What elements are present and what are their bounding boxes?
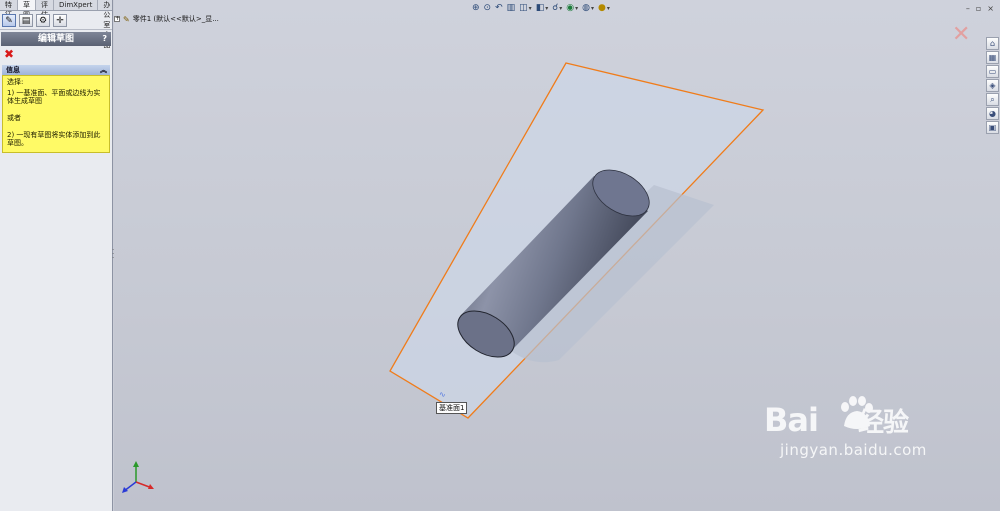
confirmation-corner-close-icon[interactable]: ✕	[952, 24, 970, 46]
help-button[interactable]: ?	[102, 32, 107, 46]
tab-dimxpert[interactable]: DimXpert	[54, 0, 99, 10]
previous-view-icon[interactable]: ↶	[495, 3, 503, 13]
feature-manager-icon[interactable]: ⚙	[36, 14, 50, 27]
part-name: 零件1 (默认<<默认>_显...	[132, 15, 219, 23]
custom-properties-icon[interactable]: ▣	[986, 121, 999, 134]
panel-tool-row: ✎ ▤ ⚙ ✛	[0, 11, 112, 30]
cancel-icon[interactable]: ✖	[4, 47, 112, 61]
section-view-icon[interactable]: ▥	[507, 3, 516, 13]
plane-label-glyph: ∿	[439, 390, 446, 399]
document-icon[interactable]: ▤	[19, 14, 33, 27]
view-orientation-icon[interactable]: ◫	[519, 3, 528, 13]
crosshair-icon[interactable]: ✛	[53, 14, 67, 27]
message-line: 1) 一基准面、平面或边线为实体生成草图	[7, 89, 101, 105]
property-manager-title: 编辑草图	[37, 34, 74, 44]
message-group: 信息 ︽ 选择: 1) 一基准面、平面或边线为实体生成草图 或者 2) 一现有草…	[2, 65, 110, 153]
restore-button[interactable]: ▫	[976, 4, 981, 13]
command-manager-tabs: 特征 草图 评估 DimXpert 办公室产品	[0, 0, 117, 49]
search-icon[interactable]: ⌕	[986, 93, 999, 106]
property-manager-title-bar: 编辑草图 ?	[1, 32, 111, 46]
collapse-icon[interactable]: ︽	[100, 65, 107, 75]
heads-up-view-toolbar: ⊕ ⊙ ↶ ▥ ◫ ▾ ◧ ▾ ☌ ▾ ◉ ▾ ◍ ▾ ● ▾	[472, 3, 610, 13]
home-icon[interactable]: ⌂	[986, 37, 999, 50]
hide-show-items-icon[interactable]: ☌	[552, 3, 558, 13]
close-button[interactable]: ×	[987, 4, 994, 13]
tab-evaluate[interactable]: 评估	[36, 0, 54, 19]
baidu-paw-logo	[841, 396, 873, 429]
tab-features[interactable]: 特征	[0, 0, 18, 19]
file-explorer-icon[interactable]: ▭	[986, 65, 999, 78]
zoom-to-area-icon[interactable]: ⊙	[484, 3, 492, 13]
feature-tree-root[interactable]: + ✎ 零件1 (默认<<默认>_显...	[114, 14, 219, 24]
message-title: 信息	[6, 66, 20, 74]
expand-icon[interactable]: +	[114, 16, 120, 22]
baidu-jingyan-watermark: Bai 经验 jingyan.baidu.com	[764, 396, 927, 459]
edit-appearance-icon[interactable]: ◉	[566, 3, 574, 13]
sketch-icon[interactable]: ✎	[2, 14, 16, 27]
graphics-area[interactable]: ∿ + ✎ 零件1 (默认<<默认>_显... ⊕ ⊙ ↶ ▥ ◫ ▾ ◧ ▾ ☌ ▾…	[114, 0, 1000, 511]
apply-scene-icon[interactable]: ◍	[582, 3, 590, 13]
view-palette-icon[interactable]: ◈	[986, 79, 999, 92]
message-line: 2) 一现有草图将实体添加到此草图。	[7, 131, 101, 147]
task-pane-tabs: ⌂ ▦ ▭ ◈ ⌕ ◕ ▣	[986, 37, 1000, 134]
design-library-icon[interactable]: ▦	[986, 51, 999, 64]
plane-tooltip: 基准面1	[436, 402, 468, 414]
minimize-button[interactable]: –	[966, 4, 970, 13]
feature-manager-panel: 特征 草图 评估 DimXpert 办公室产品 ✎ ▤ ⚙ ✛ 编辑草图 ? ✖…	[0, 0, 117, 511]
message-line: 或者	[7, 114, 21, 122]
zoom-to-fit-icon[interactable]: ⊕	[472, 3, 480, 13]
display-style-icon[interactable]: ◧	[536, 3, 545, 13]
reference-triad	[122, 461, 154, 493]
part-icon: ✎	[123, 14, 130, 24]
display-settings-icon[interactable]: ●	[598, 3, 606, 13]
watermark-url: jingyan.baidu.com	[780, 441, 927, 459]
message-body: 选择: 1) 一基准面、平面或边线为实体生成草图 或者 2) 一现有草图将实体添…	[2, 75, 110, 153]
tab-sketch[interactable]: 草图	[18, 0, 36, 19]
message-line: 选择:	[7, 78, 24, 86]
appearances-icon[interactable]: ◕	[986, 107, 999, 120]
message-group-header[interactable]: 信息 ︽	[2, 65, 110, 75]
window-controls: – ▫ ×	[966, 4, 994, 13]
